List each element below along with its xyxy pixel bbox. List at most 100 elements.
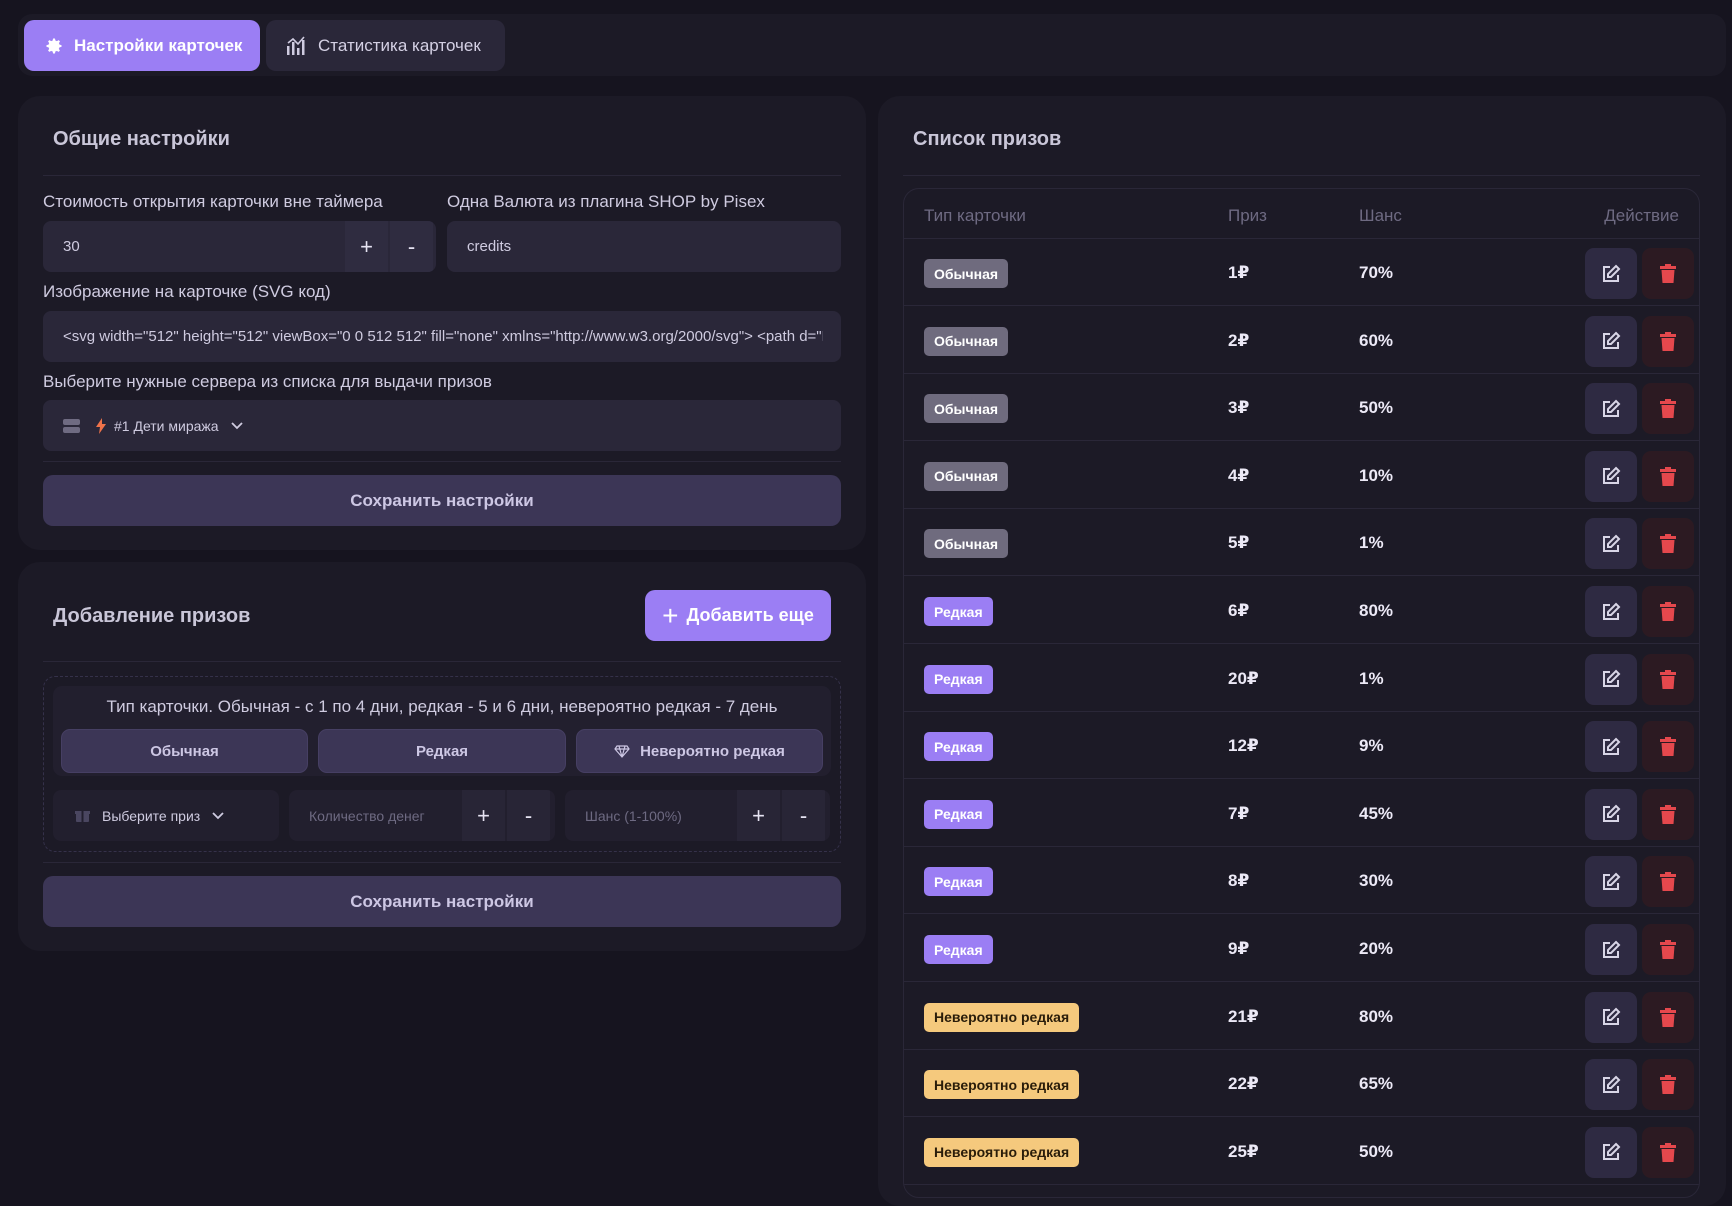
chance-increment-button[interactable]: +: [737, 790, 780, 841]
edit-icon: [1603, 399, 1621, 417]
edit-button[interactable]: [1585, 450, 1637, 502]
trash-icon: [1660, 399, 1676, 419]
prize-value: 5₽: [1228, 533, 1250, 553]
delete-button[interactable]: [1642, 1059, 1694, 1111]
chance-value: 80%: [1359, 1006, 1394, 1026]
delete-button[interactable]: [1642, 450, 1694, 502]
edit-button[interactable]: [1585, 315, 1637, 367]
prize-value: 2₽: [1228, 330, 1250, 350]
tab-card-settings[interactable]: Настройки карточек: [24, 20, 260, 71]
divider: [903, 175, 1700, 176]
chance-value: 50%: [1359, 1141, 1394, 1161]
currency-input[interactable]: credits: [447, 221, 841, 272]
table-row: Обычная 3₽ 50%: [904, 374, 1699, 442]
image-svg-input[interactable]: <svg width="512" height="512" viewBox="0…: [43, 311, 841, 362]
edit-button[interactable]: [1585, 856, 1637, 908]
delete-button[interactable]: [1642, 924, 1694, 975]
card-type-badge: Невероятно редкая: [924, 1070, 1080, 1100]
edit-button[interactable]: [1585, 924, 1637, 975]
trash-icon: [1660, 872, 1676, 892]
delete-button[interactable]: [1642, 991, 1694, 1043]
cost-label: Стоимость открытия карточки вне таймера: [43, 192, 383, 211]
divider: [43, 862, 841, 863]
currency-value: credits: [467, 238, 512, 255]
save-settings-button[interactable]: Сохранить настройки: [43, 475, 841, 526]
edit-button[interactable]: [1585, 653, 1637, 705]
table-row: Редкая 6₽ 80%: [904, 577, 1699, 644]
delete-button[interactable]: [1642, 856, 1694, 908]
edit-icon: [1603, 466, 1621, 485]
table-row: Редкая 12₽ 9%: [904, 712, 1699, 780]
delete-button[interactable]: [1642, 1126, 1694, 1178]
header-prize: Приз: [1228, 206, 1267, 225]
money-amount-input[interactable]: Количество денег + -: [289, 790, 555, 841]
delete-button[interactable]: [1642, 721, 1694, 773]
prize-value: 25₽: [1228, 1141, 1259, 1161]
delete-button[interactable]: [1642, 248, 1694, 299]
delete-button[interactable]: [1642, 586, 1694, 637]
edit-button[interactable]: [1585, 721, 1637, 773]
table-row: Редкая 8₽ 30%: [904, 847, 1699, 915]
header-card-type: Тип карточки: [924, 206, 1026, 225]
cost-input[interactable]: 30 + -: [43, 221, 436, 272]
delete-button[interactable]: [1642, 315, 1694, 367]
plus-icon: +: [662, 599, 679, 631]
chance-decrement-button[interactable]: -: [782, 790, 825, 841]
edit-button[interactable]: [1585, 518, 1637, 570]
chevron-down-icon: [212, 811, 224, 819]
edit-button[interactable]: [1585, 383, 1637, 435]
chance-value: 65%: [1359, 1074, 1394, 1094]
edit-icon: [1603, 331, 1621, 350]
trash-icon: [1660, 669, 1676, 689]
cost-increment-button[interactable]: +: [345, 221, 388, 272]
edit-button[interactable]: [1585, 991, 1637, 1043]
prize-value: 21₽: [1228, 1006, 1259, 1026]
edit-icon: [1603, 804, 1621, 823]
delete-button[interactable]: [1642, 788, 1694, 840]
table-row: Обычная 4₽ 10%: [904, 442, 1699, 509]
trash-icon: [1660, 804, 1676, 824]
type-common-button[interactable]: Обычная: [61, 729, 308, 773]
money-increment-button[interactable]: +: [462, 790, 505, 841]
type-rare-button[interactable]: Редкая: [318, 729, 566, 773]
add-prizes-title: Добавление призов: [53, 605, 251, 627]
bar-chart-icon: [287, 35, 305, 55]
table-row: Невероятно редкая 21₽ 80%: [904, 983, 1699, 1050]
add-more-button[interactable]: + Добавить еще: [645, 590, 831, 641]
prize-select[interactable]: Выберите приз: [53, 790, 279, 841]
divider: [43, 661, 841, 662]
save-prizes-button[interactable]: Сохранить настройки: [43, 876, 841, 927]
money-decrement-button[interactable]: -: [507, 790, 550, 841]
cost-decrement-button[interactable]: -: [390, 221, 433, 272]
edit-button[interactable]: [1585, 1059, 1637, 1111]
server-icon: [63, 418, 80, 433]
delete-button[interactable]: [1642, 383, 1694, 435]
type-legendary-button[interactable]: Невероятно редкая: [576, 729, 823, 773]
delete-button[interactable]: [1642, 653, 1694, 705]
trash-icon: [1660, 940, 1676, 959]
edit-icon: [1603, 1007, 1621, 1026]
chance-value: 60%: [1359, 330, 1394, 350]
chance-input[interactable]: Шанс (1-100%) + -: [565, 790, 830, 841]
servers-select[interactable]: #1 Дети миража: [43, 400, 841, 451]
edit-button[interactable]: [1585, 248, 1637, 299]
trash-icon: [1660, 602, 1676, 621]
server-selected: #1 Дети миража: [114, 417, 219, 434]
trash-icon: [1660, 534, 1676, 554]
table-row: Редкая 7₽ 45%: [904, 780, 1699, 847]
edit-button[interactable]: [1585, 586, 1637, 637]
servers-label: Выберите нужные сервера из списка для вы…: [43, 372, 492, 391]
card-type-badge: Редкая: [924, 664, 993, 694]
card-type-badge: Обычная: [924, 394, 1009, 424]
prize-value: 6₽: [1228, 601, 1250, 620]
card-type-badge: Обычная: [924, 529, 1009, 559]
chance-value: 70%: [1359, 263, 1394, 282]
prize-value: 8₽: [1228, 871, 1250, 891]
tab-card-statistics[interactable]: Статистика карточек: [266, 20, 505, 71]
prize-value: 20₽: [1228, 668, 1259, 688]
edit-button[interactable]: [1585, 788, 1637, 840]
edit-button[interactable]: [1585, 1126, 1637, 1178]
edit-icon: [1603, 737, 1621, 755]
delete-button[interactable]: [1642, 518, 1694, 570]
trash-icon: [1660, 466, 1676, 486]
